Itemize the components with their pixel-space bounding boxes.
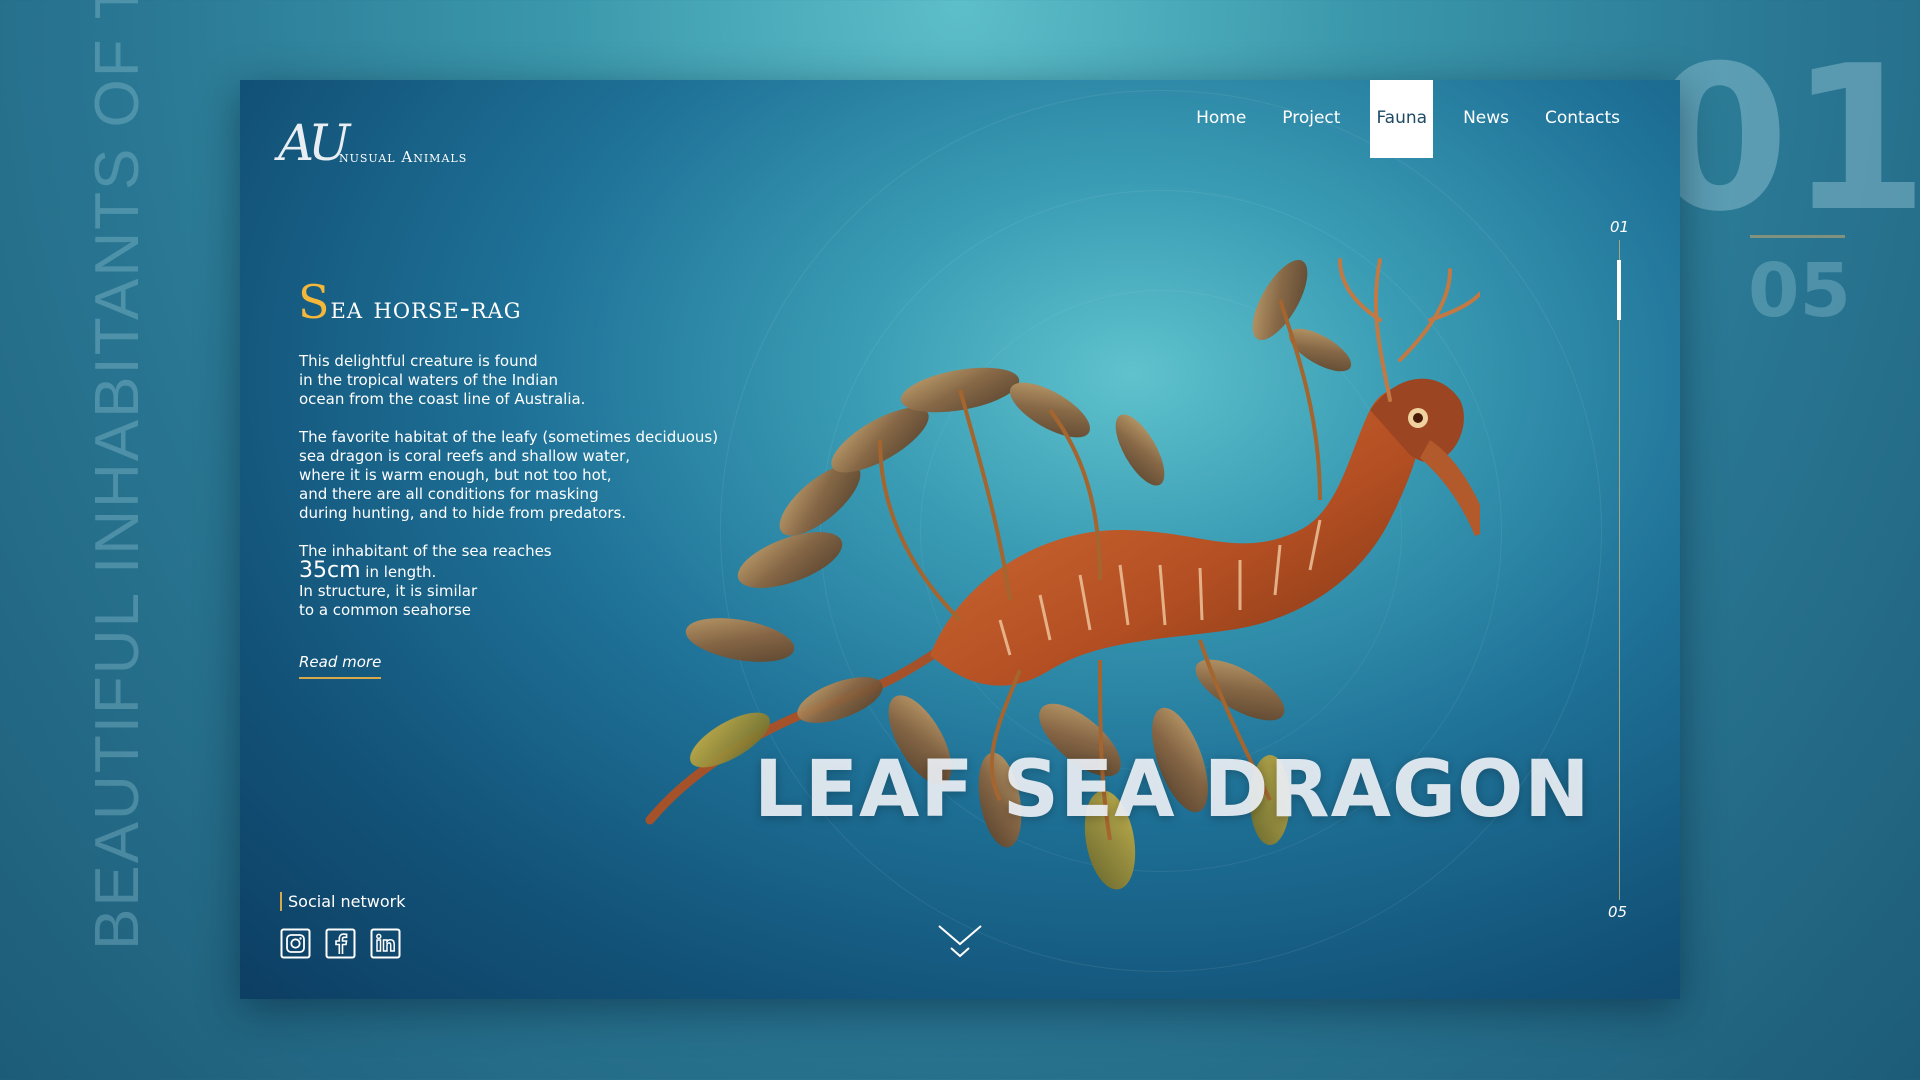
length-value: 35cm bbox=[299, 558, 361, 583]
background-slide-number: 01 bbox=[1650, 23, 1920, 256]
article-description: This delightful creature is found in the… bbox=[299, 352, 729, 620]
background-slide-total: 05 bbox=[1748, 248, 1851, 334]
nav-fauna[interactable]: Fauna bbox=[1370, 80, 1434, 158]
length-suffix: in length. bbox=[360, 563, 437, 581]
background-vertical-text: BEAUTIFUL INHABITANTS OF THE SEA bbox=[83, 0, 152, 950]
linkedin-icon[interactable] bbox=[370, 928, 401, 959]
structure-text: In structure, it is similar to a common … bbox=[299, 582, 478, 619]
slider-thumb[interactable] bbox=[1617, 260, 1621, 320]
main-nav: Home Project Fauna News Contacts bbox=[1178, 80, 1638, 158]
background-number-divider bbox=[1750, 235, 1845, 238]
logo-text: nusual Animals bbox=[339, 148, 468, 166]
description-paragraph: The inhabitant of the sea reaches 35cm in… bbox=[299, 542, 729, 620]
read-more-link[interactable]: Read more bbox=[299, 653, 382, 679]
slider-total: 05 bbox=[1608, 903, 1628, 921]
hero-title: LEAF SEA DRAGON bbox=[754, 745, 1591, 835]
description-paragraph: The favorite habitat of the leafy (somet… bbox=[299, 428, 719, 522]
article-title: Sea horse-rag bbox=[298, 275, 522, 329]
nav-news[interactable]: News bbox=[1445, 80, 1527, 158]
slider-current: 01 bbox=[1610, 218, 1630, 236]
main-card: AU nusual Animals Home Project Fauna New… bbox=[240, 80, 1680, 999]
description-paragraph: This delightful creature is found in the… bbox=[299, 352, 586, 408]
slider-track[interactable] bbox=[1619, 240, 1620, 900]
title-initial: S bbox=[298, 275, 331, 329]
facebook-icon[interactable] bbox=[325, 928, 356, 959]
logo-mark: AU bbox=[278, 114, 350, 172]
nav-contacts[interactable]: Contacts bbox=[1527, 80, 1638, 158]
instagram-icon[interactable] bbox=[280, 928, 311, 959]
social-label: Social network bbox=[280, 892, 406, 911]
title-rest: ea horse-rag bbox=[330, 291, 522, 326]
social-links bbox=[280, 928, 401, 959]
chevron-down-icon[interactable] bbox=[937, 922, 983, 962]
nav-home[interactable]: Home bbox=[1178, 80, 1264, 158]
nav-project[interactable]: Project bbox=[1264, 80, 1358, 158]
